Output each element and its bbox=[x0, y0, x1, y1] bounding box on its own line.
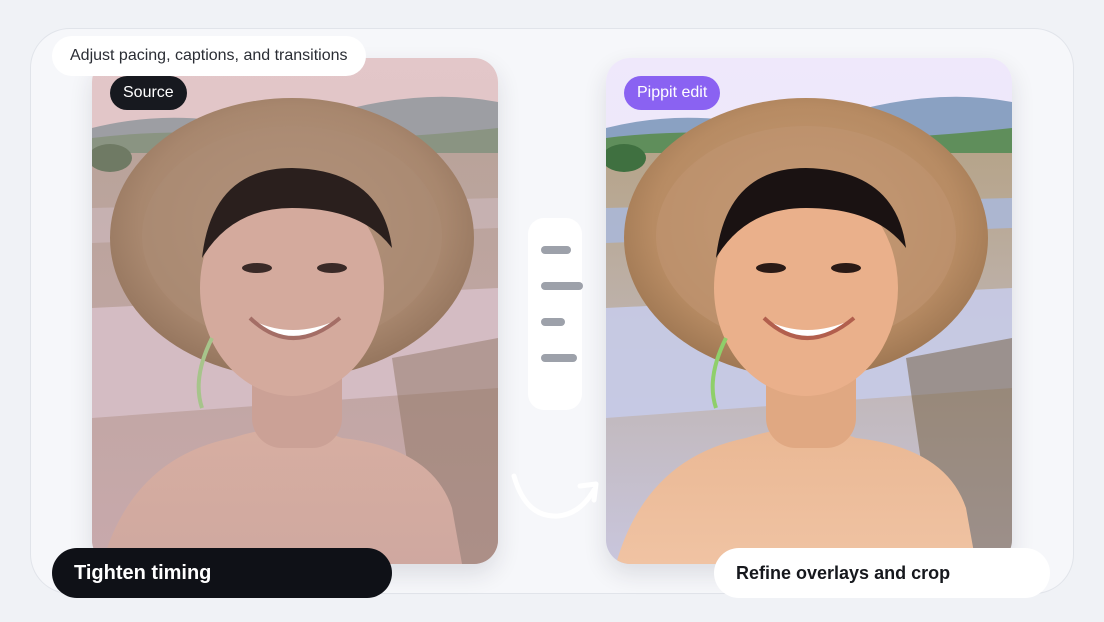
tighten-timing-card[interactable]: Tighten timing bbox=[52, 548, 392, 598]
pippit-edit-badge: Pippit edit bbox=[624, 76, 721, 110]
timeline-bar bbox=[541, 318, 565, 326]
timeline-bar bbox=[541, 246, 571, 254]
source-image bbox=[92, 58, 498, 564]
timeline-bars-icon bbox=[528, 218, 583, 410]
source-photo[interactable] bbox=[92, 58, 498, 564]
curved-arrow-icon bbox=[511, 473, 599, 519]
source-badge: Source bbox=[110, 76, 187, 110]
hint-pill: Adjust pacing, captions, and transitions bbox=[52, 36, 366, 76]
refine-overlays-card[interactable]: Refine overlays and crop bbox=[714, 548, 1050, 598]
edited-photo[interactable] bbox=[606, 58, 1012, 564]
timeline-bar bbox=[541, 354, 577, 362]
timeline-bar bbox=[541, 282, 583, 290]
edited-image bbox=[606, 58, 1012, 564]
